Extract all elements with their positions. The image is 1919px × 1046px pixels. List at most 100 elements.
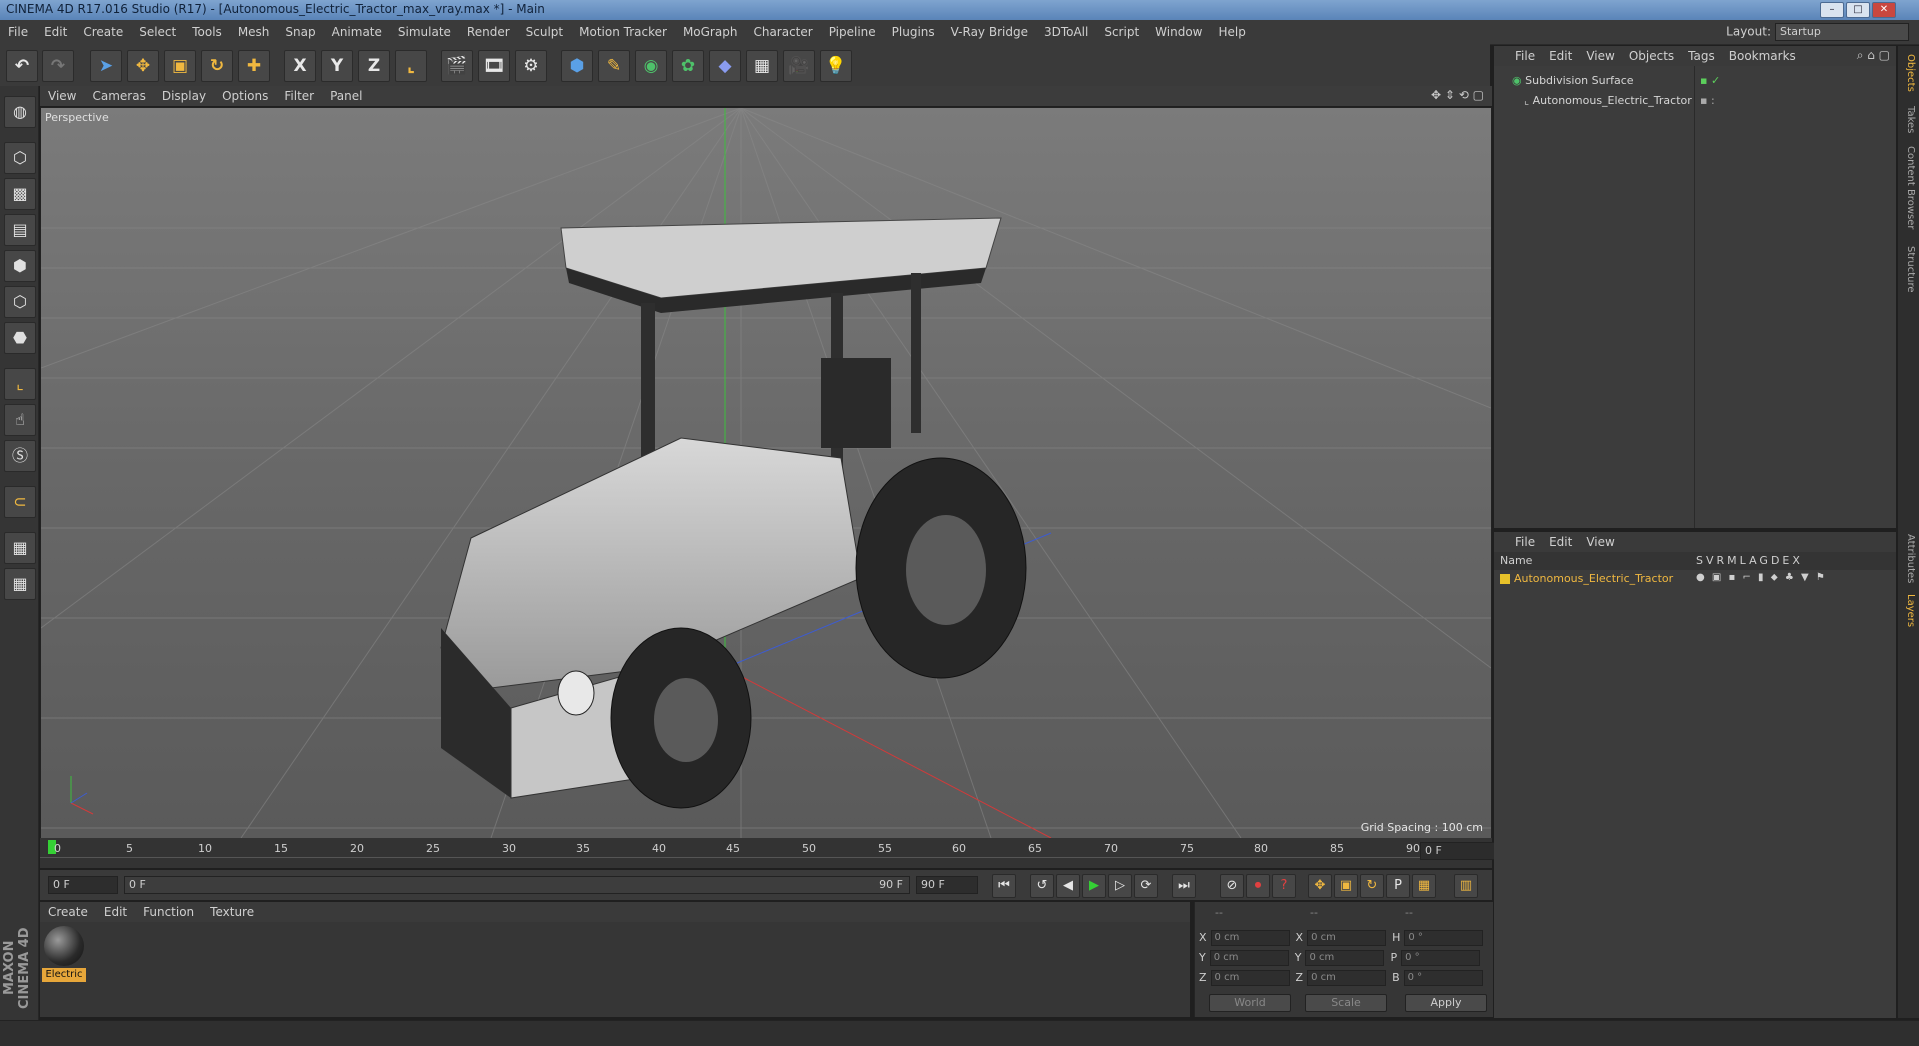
position-x-field[interactable]: 0 cm [1210, 930, 1290, 946]
menu-window[interactable]: Window [1147, 20, 1210, 44]
viewport-menu-options[interactable]: Options [214, 86, 276, 106]
menu-motion-tracker[interactable]: Motion Tracker [571, 20, 675, 44]
rotation-b-field[interactable]: 0 ° [1403, 970, 1483, 986]
object-name[interactable]: Autonomous_Electric_Tractor [1533, 94, 1692, 107]
menu-animate[interactable]: Animate [324, 20, 390, 44]
menu-mesh[interactable]: Mesh [230, 20, 278, 44]
tab-attributes[interactable]: Attributes [1900, 534, 1916, 583]
viewport-menu-cameras[interactable]: Cameras [84, 86, 153, 106]
tab-content-browser[interactable]: Content Browser [1900, 146, 1916, 229]
axis-z-button[interactable]: Z [358, 50, 390, 82]
layer-column-xref[interactable]: X [1792, 554, 1803, 567]
cube-icon[interactable]: ⬢ [561, 50, 593, 82]
snap-icon[interactable]: Ⓢ [4, 440, 36, 472]
object-menu-objects[interactable]: Objects [1622, 46, 1681, 66]
menu-script[interactable]: Script [1096, 20, 1147, 44]
tab-structure[interactable]: Structure [1900, 246, 1916, 293]
record-icon[interactable]: ⏺ [1246, 874, 1270, 898]
layer-column-deformers[interactable]: D [1771, 554, 1782, 567]
menu-character[interactable]: Character [745, 20, 820, 44]
object-menu-tags[interactable]: Tags [1681, 46, 1722, 66]
layer-column-solo[interactable]: S [1696, 554, 1706, 567]
menu-file[interactable]: File [0, 20, 36, 44]
material-menu-texture[interactable]: Texture [202, 902, 262, 922]
coordinate-system-icon[interactable]: ⌞ [395, 50, 427, 82]
size-x-field[interactable]: 0 cm [1307, 930, 1387, 946]
frame-range-slider[interactable]: 0 F 90 F [124, 876, 910, 894]
minimize-button[interactable]: – [1820, 2, 1844, 18]
menu-mograph[interactable]: MoGraph [675, 20, 746, 44]
layer-row[interactable]: Autonomous_Electric_Tractor [1500, 572, 1673, 585]
floor-grid-icon[interactable]: ▦ [746, 50, 778, 82]
planar-workplane-icon[interactable]: ▦ [4, 568, 36, 600]
timeline-ruler[interactable]: 0 5 10 15 20 25 30 35 40 45 50 55 60 65 … [40, 838, 1492, 868]
material-name[interactable]: Electric [42, 968, 86, 982]
make-editable-icon[interactable]: ◍ [4, 96, 36, 128]
render-settings-icon[interactable]: ⚙ [515, 50, 547, 82]
next-frame-icon[interactable]: ▷ [1108, 874, 1132, 898]
size-mode-dropdown[interactable]: Scale [1305, 994, 1387, 1012]
layer-column-render[interactable]: R [1717, 554, 1728, 567]
layout-dropdown[interactable]: Startup [1775, 23, 1909, 41]
layer-name[interactable]: Autonomous_Electric_Tractor [1514, 572, 1673, 585]
deformer-icon[interactable]: ◆ [709, 50, 741, 82]
menu-plugins[interactable]: Plugins [884, 20, 943, 44]
transform-icon[interactable]: ✚ [238, 50, 270, 82]
polygons-mode-icon[interactable]: ⬣ [4, 322, 36, 354]
object-menu-file[interactable]: File [1508, 46, 1542, 66]
tractor-model[interactable] [440, 217, 1027, 809]
layer-menu-file[interactable]: File [1508, 532, 1542, 552]
menu-snap[interactable]: Snap [277, 20, 323, 44]
key-rotation-icon[interactable]: ↻ [1360, 874, 1384, 898]
coordinate-mode-dropdown[interactable]: World [1209, 994, 1291, 1012]
object-menu-edit[interactable]: Edit [1542, 46, 1579, 66]
object-manager-search-icon[interactable]: ⌕ ⌂ ▢ [1857, 48, 1890, 63]
object-name[interactable]: Subdivision Surface [1525, 74, 1633, 87]
motion-record-icon[interactable]: ⊘ [1220, 874, 1244, 898]
redo-icon[interactable]: ↷ [42, 50, 74, 82]
rotate-icon[interactable]: ↻ [201, 50, 233, 82]
end-frame-field[interactable]: 90 F [916, 876, 978, 894]
key-pla-icon[interactable]: ▦ [1412, 874, 1436, 898]
viewport-menu-filter[interactable]: Filter [276, 86, 322, 106]
size-z-field[interactable]: 0 cm [1307, 970, 1387, 986]
workplane-icon[interactable]: ▤ [4, 214, 36, 246]
tab-takes[interactable]: Takes [1900, 106, 1916, 133]
object-menu-bookmarks[interactable]: Bookmarks [1722, 46, 1803, 66]
layer-column-generators[interactable]: G [1759, 554, 1771, 567]
undo-icon[interactable]: ↶ [6, 50, 38, 82]
apply-button[interactable]: Apply [1405, 994, 1487, 1012]
menu-edit[interactable]: Edit [36, 20, 75, 44]
material-menu-edit[interactable]: Edit [96, 902, 135, 922]
loop-icon[interactable]: ⟳ [1134, 874, 1158, 898]
layer-column-expressions[interactable]: E [1782, 554, 1792, 567]
tab-objects[interactable]: Objects [1900, 54, 1916, 92]
layer-menu-view[interactable]: View [1579, 532, 1621, 552]
camera-icon[interactable]: 🎥 [783, 50, 815, 82]
object-row-tractor[interactable]: ⌞ Autonomous_Electric_Tractor [1524, 94, 1692, 107]
menu-3dtoall[interactable]: 3DToAll [1036, 20, 1096, 44]
menu-create[interactable]: Create [75, 20, 131, 44]
object-row-subdivision-surface[interactable]: ◉ Subdivision Surface [1512, 74, 1634, 87]
viewport-nav-icons[interactable]: ✥ ⇕ ⟲ ▢ [1431, 88, 1484, 102]
scale-icon[interactable]: ▣ [164, 50, 196, 82]
axis-x-button[interactable]: X [284, 50, 316, 82]
key-position-icon[interactable]: ✥ [1308, 874, 1332, 898]
layer-menu-edit[interactable]: Edit [1542, 532, 1579, 552]
position-z-field[interactable]: 0 cm [1210, 970, 1290, 986]
menu-render[interactable]: Render [459, 20, 518, 44]
go-to-end-icon[interactable]: ⏭ [1172, 874, 1196, 898]
viewport-menu-panel[interactable]: Panel [322, 86, 370, 106]
position-y-field[interactable]: 0 cm [1209, 950, 1289, 966]
layer-column-locked[interactable]: L [1740, 554, 1749, 567]
model-mode-icon[interactable]: ⬡ [4, 142, 36, 174]
layer-color-swatch[interactable] [1500, 574, 1510, 584]
render-picture-viewer-icon[interactable]: 🎞 [478, 50, 510, 82]
go-to-start-icon[interactable]: ⏮ [992, 874, 1016, 898]
start-frame-field[interactable]: 0 F [48, 876, 118, 894]
pen-spline-icon[interactable]: ✎ [598, 50, 630, 82]
key-scale-icon[interactable]: ▣ [1334, 874, 1358, 898]
points-mode-icon[interactable]: ⬢ [4, 250, 36, 282]
close-button[interactable]: ✕ [1872, 2, 1896, 18]
key-parameter-icon[interactable]: P [1386, 874, 1410, 898]
